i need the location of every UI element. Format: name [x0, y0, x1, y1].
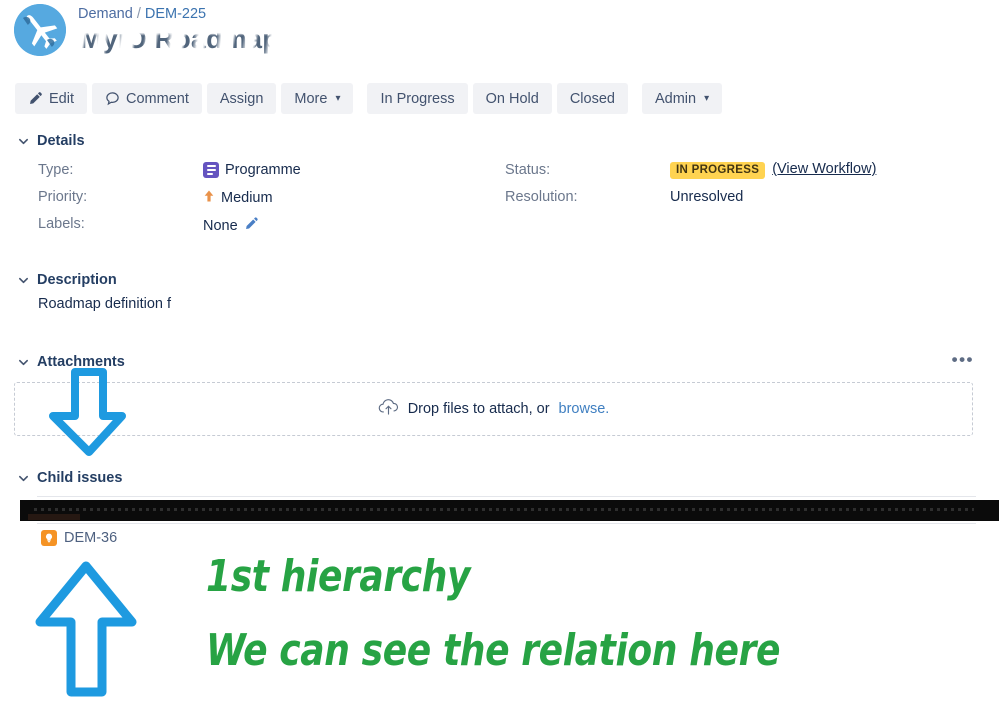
description-section-title: Description	[37, 272, 117, 288]
admin-button[interactable]: Admin ▾	[641, 83, 723, 114]
annotation-line-2: We can see the relation here	[206, 625, 781, 676]
page-title: MyiO Roadmap	[80, 24, 279, 54]
attachments-more-menu-icon[interactable]: •••	[952, 351, 974, 368]
resolution-label: Resolution:	[505, 189, 578, 205]
transition-on-hold-label: On Hold	[485, 90, 539, 107]
programme-icon	[203, 162, 219, 178]
labels-value-label: None	[203, 217, 238, 234]
transition-on-hold-button[interactable]: On Hold	[472, 83, 552, 114]
annotation-line-1: 1st hierarchy	[206, 551, 471, 602]
edit-button[interactable]: Edit	[15, 83, 87, 114]
assign-button-label: Assign	[219, 90, 264, 107]
pencil-icon	[28, 91, 43, 106]
chevron-down-icon	[17, 274, 29, 286]
type-value: Programme	[203, 162, 301, 178]
breadcrumb: Demand / DEM-225	[78, 6, 206, 22]
speech-bubble-icon	[105, 91, 120, 106]
comment-button[interactable]: Comment	[92, 83, 202, 114]
browse-link[interactable]: browse.	[559, 401, 610, 417]
description-section-header[interactable]: Description	[17, 272, 117, 288]
resolution-value: Unresolved	[670, 189, 744, 205]
more-button-label: More	[294, 90, 328, 107]
attachment-dropzone[interactable]: Drop files to attach, or browse.	[14, 382, 973, 436]
pencil-icon[interactable]	[244, 216, 259, 235]
comment-button-label: Comment	[126, 90, 189, 107]
details-section-title: Details	[37, 133, 85, 149]
down-arrow-annotation-icon	[46, 368, 132, 461]
breadcrumb-project-link[interactable]: Demand	[78, 6, 133, 22]
transition-closed-label: Closed	[569, 90, 615, 107]
issue-action-toolbar: Edit Comment Assign More ▾ In Progress O…	[15, 83, 723, 114]
child-issues-section-header[interactable]: Child issues	[17, 470, 122, 486]
divider	[37, 496, 976, 497]
child-issues-section-title: Child issues	[37, 470, 123, 486]
admin-button-label: Admin	[654, 90, 697, 107]
divider	[37, 523, 976, 524]
priority-value: Medium	[203, 189, 273, 206]
child-issue-key-link[interactable]: DEM-36	[64, 530, 117, 546]
labels-label: Labels:	[38, 216, 85, 232]
priority-value-label: Medium	[221, 189, 273, 206]
status-value: IN PROGRESS (View Workflow)	[670, 161, 876, 179]
issue-header: Demand / DEM-225 MyiO Roadmap	[0, 0, 999, 78]
up-arrow-annotation-icon	[30, 558, 142, 703]
details-section-header[interactable]: Details	[17, 133, 85, 149]
redacted-child-issue-row	[20, 500, 999, 521]
chevron-down-icon	[17, 135, 29, 147]
transition-closed-button[interactable]: Closed	[556, 83, 628, 114]
description-body: Roadmap definition f	[38, 296, 171, 312]
chevron-down-icon: ▾	[704, 93, 710, 104]
type-label: Type:	[38, 162, 74, 178]
chevron-down-icon: ▾	[335, 93, 341, 104]
dropzone-text: Drop files to attach, or	[407, 401, 550, 417]
status-label: Status:	[505, 162, 551, 178]
story-lightbulb-icon	[41, 530, 57, 546]
chevron-down-icon	[17, 356, 29, 368]
cloud-upload-icon	[378, 398, 399, 420]
labels-value: None	[203, 216, 259, 235]
priority-medium-up-arrow-icon	[203, 189, 215, 206]
jira-issue-page: Demand / DEM-225 MyiO Roadmap Edit Comment…	[0, 0, 999, 704]
view-workflow-link[interactable]: (View Workflow)	[772, 161, 876, 177]
type-value-label: Programme	[225, 162, 301, 178]
breadcrumb-issue-key-link[interactable]: DEM-225	[145, 6, 206, 22]
transition-in-progress-button[interactable]: In Progress	[367, 83, 468, 114]
transition-in-progress-label: In Progress	[380, 90, 455, 107]
more-button[interactable]: More ▾	[281, 83, 354, 114]
breadcrumb-separator: /	[136, 6, 141, 22]
status-badge[interactable]: IN PROGRESS	[670, 162, 766, 179]
edit-button-label: Edit	[49, 90, 74, 107]
priority-label: Priority:	[38, 189, 88, 205]
chevron-down-icon	[17, 472, 29, 484]
avatar	[14, 4, 66, 56]
table-row[interactable]: DEM-36	[41, 530, 117, 546]
assign-button[interactable]: Assign	[206, 83, 277, 114]
